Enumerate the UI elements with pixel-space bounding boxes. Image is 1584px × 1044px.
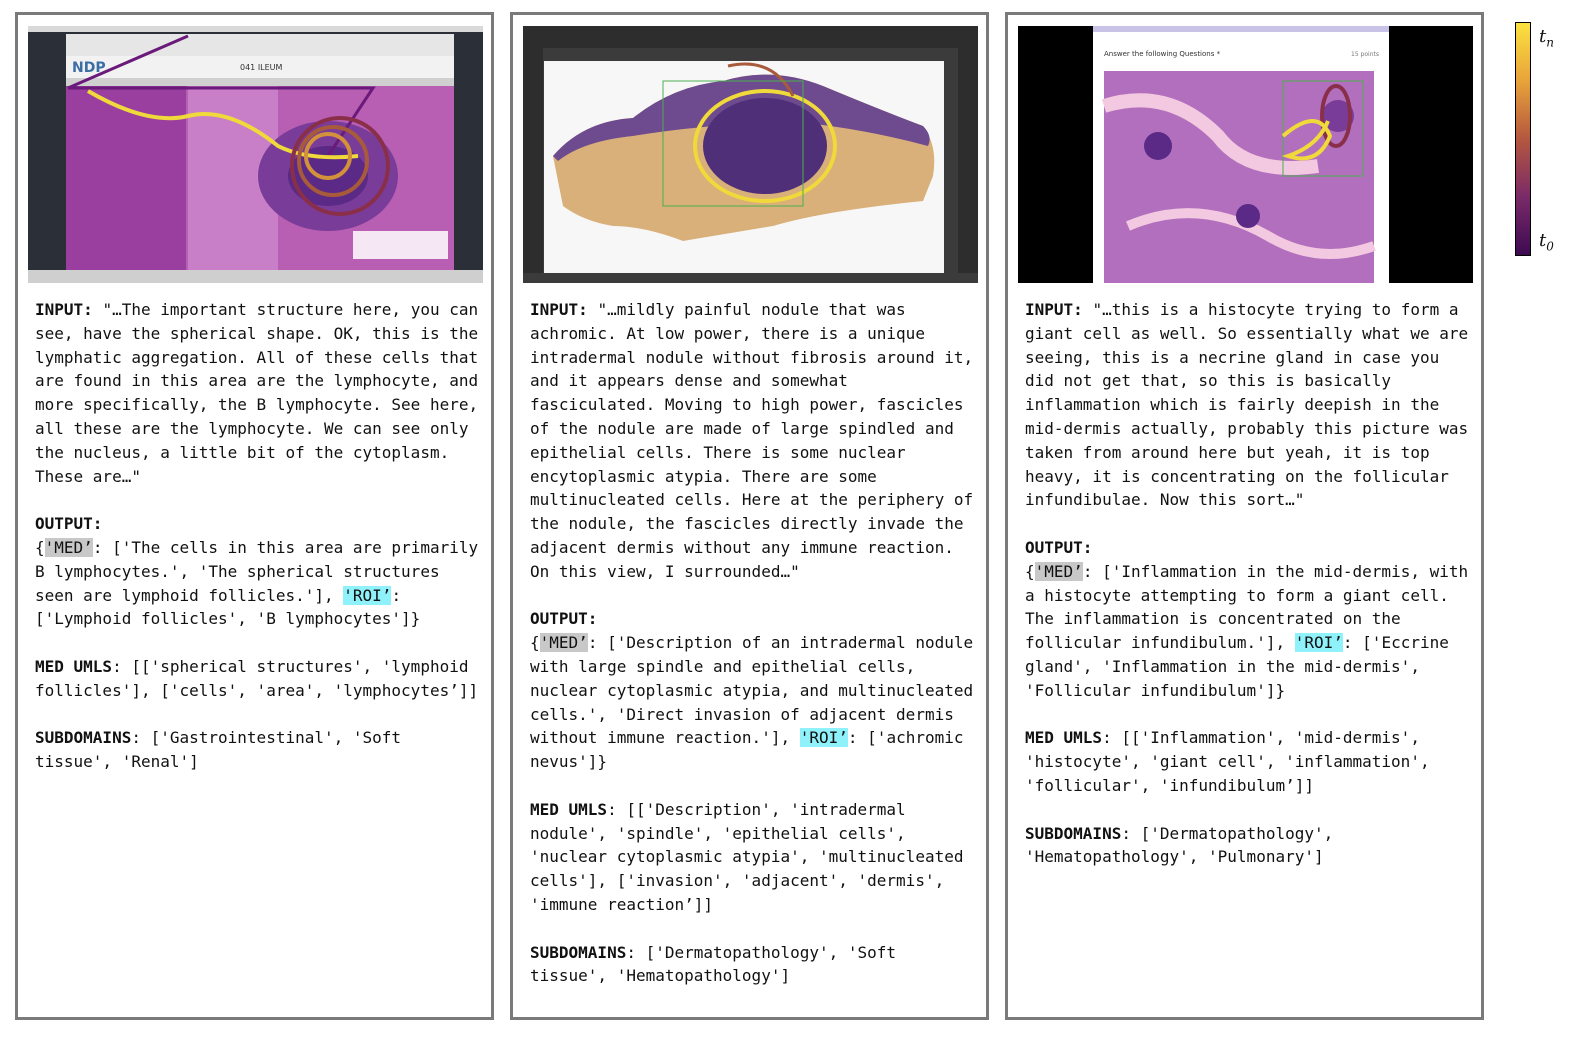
output-label: OUTPUT:: [1025, 537, 1093, 557]
input-label: INPUT:: [530, 300, 588, 319]
colorbar-bottom-sub: 0: [1546, 239, 1554, 254]
subdomains-label: SUBDOMAINS: [530, 942, 627, 962]
umls-label: MED UMLS: [35, 656, 113, 676]
panel-1-text: INPUT: "…The important structure here, y…: [35, 298, 480, 798]
gaze-screenshot-3: Answer the following Questions * 15 poin…: [1018, 26, 1473, 283]
subdomains-label: SUBDOMAINS: [1025, 823, 1122, 843]
example-panel-2: INPUT: "…mildly painful nodule that was …: [510, 12, 989, 1020]
umls-block: MED UMLS: [['Description', 'intradermal …: [530, 798, 975, 917]
input-text: "…The important structure here, you can …: [35, 300, 479, 486]
subdomains-block: SUBDOMAINS: ['Dermatopathology', 'Hemato…: [1025, 822, 1470, 870]
input-label: INPUT:: [35, 300, 93, 319]
umls-label: MED UMLS: [530, 799, 608, 819]
input-block: INPUT: "…The important structure here, y…: [35, 298, 480, 488]
slide-title: 041 ILEUM: [240, 63, 283, 72]
input-block: INPUT: "…this is a histocyte trying to f…: [1025, 298, 1470, 512]
time-colorbar: tn t0: [1515, 22, 1575, 262]
input-block: INPUT: "…mildly painful nodule that was …: [530, 298, 975, 584]
skin-nodule-slide-with-gaze-trace-icon: [523, 26, 978, 283]
output-label: OUTPUT:: [530, 609, 598, 629]
output-open-brace: {: [1025, 561, 1035, 581]
histology-question-with-gaze-trace-icon: Answer the following Questions * 15 poin…: [1018, 26, 1473, 283]
med-value: : ['The cells in this area are primarily…: [35, 537, 479, 605]
output-block: OUTPUT: {'MED’: ['Inflammation in the mid…: [1025, 536, 1470, 703]
umls-block: MED UMLS: [['spherical structures', 'lym…: [35, 655, 480, 703]
panel-3-text: INPUT: "…this is a histocyte trying to f…: [1025, 298, 1470, 893]
roi-key: 'ROI’: [1294, 633, 1343, 653]
roi-key: 'ROI’: [343, 585, 392, 605]
subdomains-block: SUBDOMAINS: ['Dermatopathology', 'Soft t…: [530, 941, 975, 989]
example-panel-3: Answer the following Questions * 15 poin…: [1005, 12, 1484, 1020]
output-open-brace: {: [530, 633, 540, 653]
med-key: 'MED’: [1034, 561, 1083, 581]
gaze-screenshot-2: [523, 26, 978, 283]
colorbar-top-label: tn: [1539, 26, 1554, 50]
umls-block: MED UMLS: [['Inflammation', 'mid-dermis'…: [1025, 726, 1470, 797]
output-open-brace: {: [35, 537, 45, 557]
colorbar-gradient: [1515, 22, 1531, 256]
umls-label: MED UMLS: [1025, 728, 1103, 748]
med-key: 'MED’: [44, 537, 93, 557]
subdomains-block: SUBDOMAINS: ['Gastrointestinal', 'Soft t…: [35, 726, 480, 774]
output-label: OUTPUT:: [35, 514, 103, 534]
output-block: OUTPUT: {'MED’: ['Description of an intra…: [530, 607, 975, 774]
histology-screen-with-gaze-trace-icon: NDP 041 ILEUM: [28, 26, 483, 283]
output-block: OUTPUT: {'MED’: ['The cells in this area …: [35, 512, 480, 631]
input-text: "…this is a histocyte trying to form a g…: [1025, 300, 1469, 510]
subdomains-label: SUBDOMAINS: [35, 728, 132, 748]
roi-key: 'ROI’: [799, 728, 848, 748]
points-text: 15 points: [1351, 51, 1379, 58]
gaze-screenshot-1: NDP 041 ILEUM: [28, 26, 483, 283]
colorbar-bottom-label: t0: [1539, 230, 1554, 254]
colorbar-top-sub: n: [1546, 35, 1554, 50]
input-text: "…mildly painful nodule that was achromi…: [530, 300, 974, 581]
question-text: Answer the following Questions *: [1104, 50, 1221, 58]
med-key: 'MED’: [539, 633, 588, 653]
input-label: INPUT:: [1025, 300, 1083, 319]
panel-2-text: INPUT: "…mildly painful nodule that was …: [530, 298, 975, 1012]
example-panel-1: NDP 041 ILEUM INPUT: "…The important str…: [15, 12, 494, 1020]
